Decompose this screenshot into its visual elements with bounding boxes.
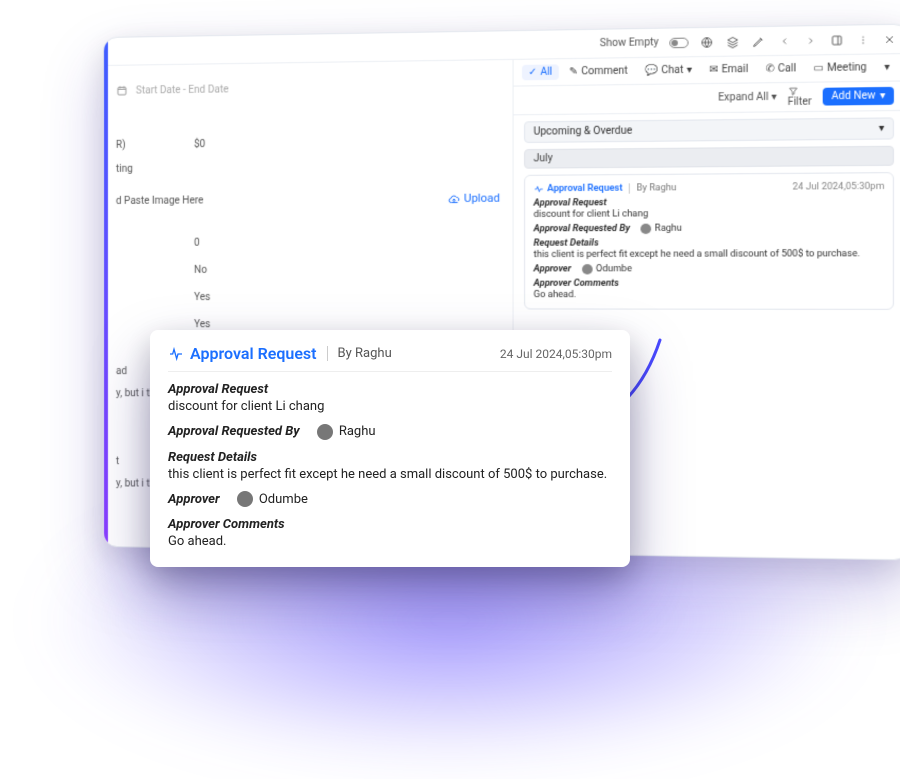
call-icon: ✆: [766, 63, 775, 75]
chevron-left-icon[interactable]: [777, 33, 792, 48]
chevron-down-icon: ▾: [884, 62, 890, 74]
tab-all[interactable]: ✓All: [522, 64, 559, 80]
tab-call[interactable]: ✆Call: [759, 61, 803, 77]
value-requested-by: Raghu: [339, 424, 376, 439]
avatar: [317, 424, 333, 440]
field-value: No: [194, 265, 210, 276]
label-request-details: Request Details: [168, 450, 612, 465]
activity-controls: Expand All ▾ Filter Add New ▾: [514, 81, 900, 115]
approval-request-pill: Approval Request: [534, 183, 623, 194]
layers-icon[interactable]: [725, 34, 740, 49]
filter-button[interactable]: Filter: [788, 86, 812, 108]
section-upcoming-overdue[interactable]: Upcoming & Overdue ▾: [524, 117, 894, 143]
truncated-label-ting: ting: [116, 164, 133, 175]
tab-email[interactable]: ✉Email: [703, 62, 755, 78]
show-empty-label: Show Empty: [600, 37, 659, 49]
callout-byline: By Raghu: [327, 346, 392, 361]
value-approval-request: discount for client Li chang: [534, 208, 885, 220]
email-icon: ✉: [709, 64, 718, 76]
add-new-button[interactable]: Add New ▾: [823, 87, 895, 106]
value-approver-comments: Go ahead.: [168, 534, 612, 549]
expand-all-button[interactable]: Expand All ▾: [718, 92, 777, 104]
card-byline: By Raghu: [629, 183, 677, 194]
panel-icon[interactable]: [829, 32, 844, 47]
paste-image-placeholder[interactable]: d Paste Image Here: [116, 195, 204, 207]
approval-request-callout: Approval Request By Raghu 24 Jul 2024,05…: [150, 330, 630, 567]
label-approver: Approver: [534, 264, 572, 274]
filter-icon: [788, 86, 799, 97]
callout-timestamp: 24 Jul 2024,05:30pm: [500, 347, 612, 361]
show-empty-toggle[interactable]: [669, 37, 688, 48]
chevron-down-icon: ▾: [879, 123, 885, 135]
pencil-icon[interactable]: [751, 34, 766, 49]
pulse-icon: [168, 346, 184, 362]
avatar: [582, 264, 593, 274]
comment-icon: ✎: [569, 66, 578, 77]
tab-more[interactable]: ▾: [878, 59, 897, 75]
label-requested-by: Approval Requested By: [168, 424, 300, 439]
value-requested-by: Raghu: [655, 223, 682, 233]
chevron-right-icon[interactable]: [803, 33, 818, 48]
field-value: Yes: [194, 319, 210, 330]
label-request-details: Request Details: [534, 237, 885, 248]
calendar-icon: [116, 85, 128, 97]
tab-comment[interactable]: ✎Comment: [563, 63, 634, 79]
truncated-label-r: R): [116, 140, 126, 151]
label-approval-request: Approval Request: [534, 196, 885, 208]
chevron-down-icon: ▾: [687, 65, 692, 76]
value-approval-request: discount for client Li chang: [168, 399, 612, 414]
chat-icon: 💬: [645, 65, 658, 77]
truncated-label-t: t: [116, 456, 119, 467]
upload-label: Upload: [464, 191, 500, 205]
close-icon[interactable]: [882, 32, 897, 47]
label-requested-by: Approval Requested By: [534, 224, 630, 235]
label-approval-request: Approval Request: [168, 382, 612, 397]
avatar: [237, 491, 253, 507]
label-approver: Approver: [168, 492, 220, 507]
meeting-icon: ▭: [814, 63, 824, 75]
card-timestamp: 24 Jul 2024,05:30pm: [792, 182, 884, 193]
date-range-input[interactable]: Start Date - End Date: [136, 84, 229, 96]
label-approver-comments: Approver Comments: [168, 517, 612, 532]
avatar: [641, 223, 652, 233]
value-approver: Odumbe: [259, 492, 308, 507]
approval-request-card[interactable]: Approval Request By Raghu 24 Jul 2024,05…: [524, 172, 894, 310]
truncated-label-ad: ad: [116, 366, 127, 377]
section-month[interactable]: July: [524, 146, 894, 169]
tab-meeting[interactable]: ▭Meeting: [807, 60, 873, 77]
label-approver-comments: Approver Comments: [534, 278, 885, 289]
activity-icon: ✓: [528, 67, 537, 78]
upload-icon: [447, 192, 459, 204]
pulse-icon: [534, 184, 545, 194]
globe-icon[interactable]: [699, 35, 714, 50]
amount-value: $0: [194, 139, 205, 150]
value-request-details: this client is perfect fit except he nee…: [534, 249, 885, 260]
tab-chat[interactable]: 💬Chat▾: [638, 62, 698, 78]
value-approver-comments: Go ahead.: [534, 290, 885, 301]
value-approver: Odumbe: [596, 264, 632, 274]
field-value: Yes: [194, 292, 210, 303]
more-vertical-icon[interactable]: [855, 32, 870, 47]
upload-button[interactable]: Upload: [447, 191, 500, 205]
field-value: 0: [194, 238, 210, 249]
callout-title: Approval Request: [168, 344, 317, 363]
value-request-details: this client is perfect fit except he nee…: [168, 467, 612, 482]
